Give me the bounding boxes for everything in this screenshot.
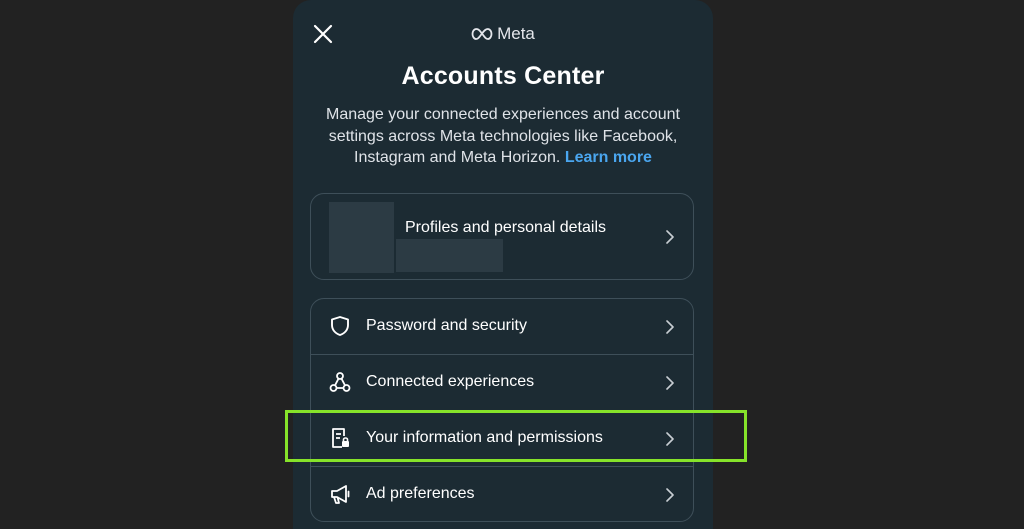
connected-icon <box>329 372 351 392</box>
accounts-center-panel: Meta Accounts Center Manage your connect… <box>293 0 713 529</box>
chevron-right-icon <box>666 230 674 244</box>
your-information-permissions-label: Your information and permissions <box>366 429 603 446</box>
meta-logo: Meta <box>293 22 713 46</box>
info-permissions-icon <box>332 428 349 448</box>
profile-name-redacted <box>396 239 503 272</box>
settings-list: Password and security Connected experien… <box>310 298 694 522</box>
page-title: Accounts Center <box>401 62 605 90</box>
chevron-right-icon <box>666 432 674 446</box>
brand-name: Meta <box>497 24 535 43</box>
password-security-label: Password and security <box>366 317 527 334</box>
shield-icon <box>331 316 349 336</box>
password-security-item[interactable]: Password and security <box>311 299 693 355</box>
avatar <box>329 202 394 273</box>
ad-preferences-label: Ad preferences <box>366 485 475 502</box>
page-description: Manage your connected experiences and ac… <box>307 104 699 169</box>
profiles-card[interactable]: Profiles and personal details <box>310 193 694 280</box>
chevron-right-icon <box>666 488 674 502</box>
chevron-right-icon <box>666 376 674 390</box>
connected-experiences-label: Connected experiences <box>366 373 535 390</box>
ad-preferences-item[interactable]: Ad preferences <box>311 467 693 521</box>
chevron-right-icon <box>666 320 674 334</box>
megaphone-icon <box>331 485 350 504</box>
learn-more-link[interactable]: Learn more <box>565 149 652 166</box>
meta-infinity-icon <box>471 28 493 40</box>
your-information-permissions-item[interactable]: Your information and permissions <box>311 411 693 467</box>
connected-experiences-item[interactable]: Connected experiences <box>311 355 693 411</box>
profiles-label: Profiles and personal details <box>405 219 607 236</box>
